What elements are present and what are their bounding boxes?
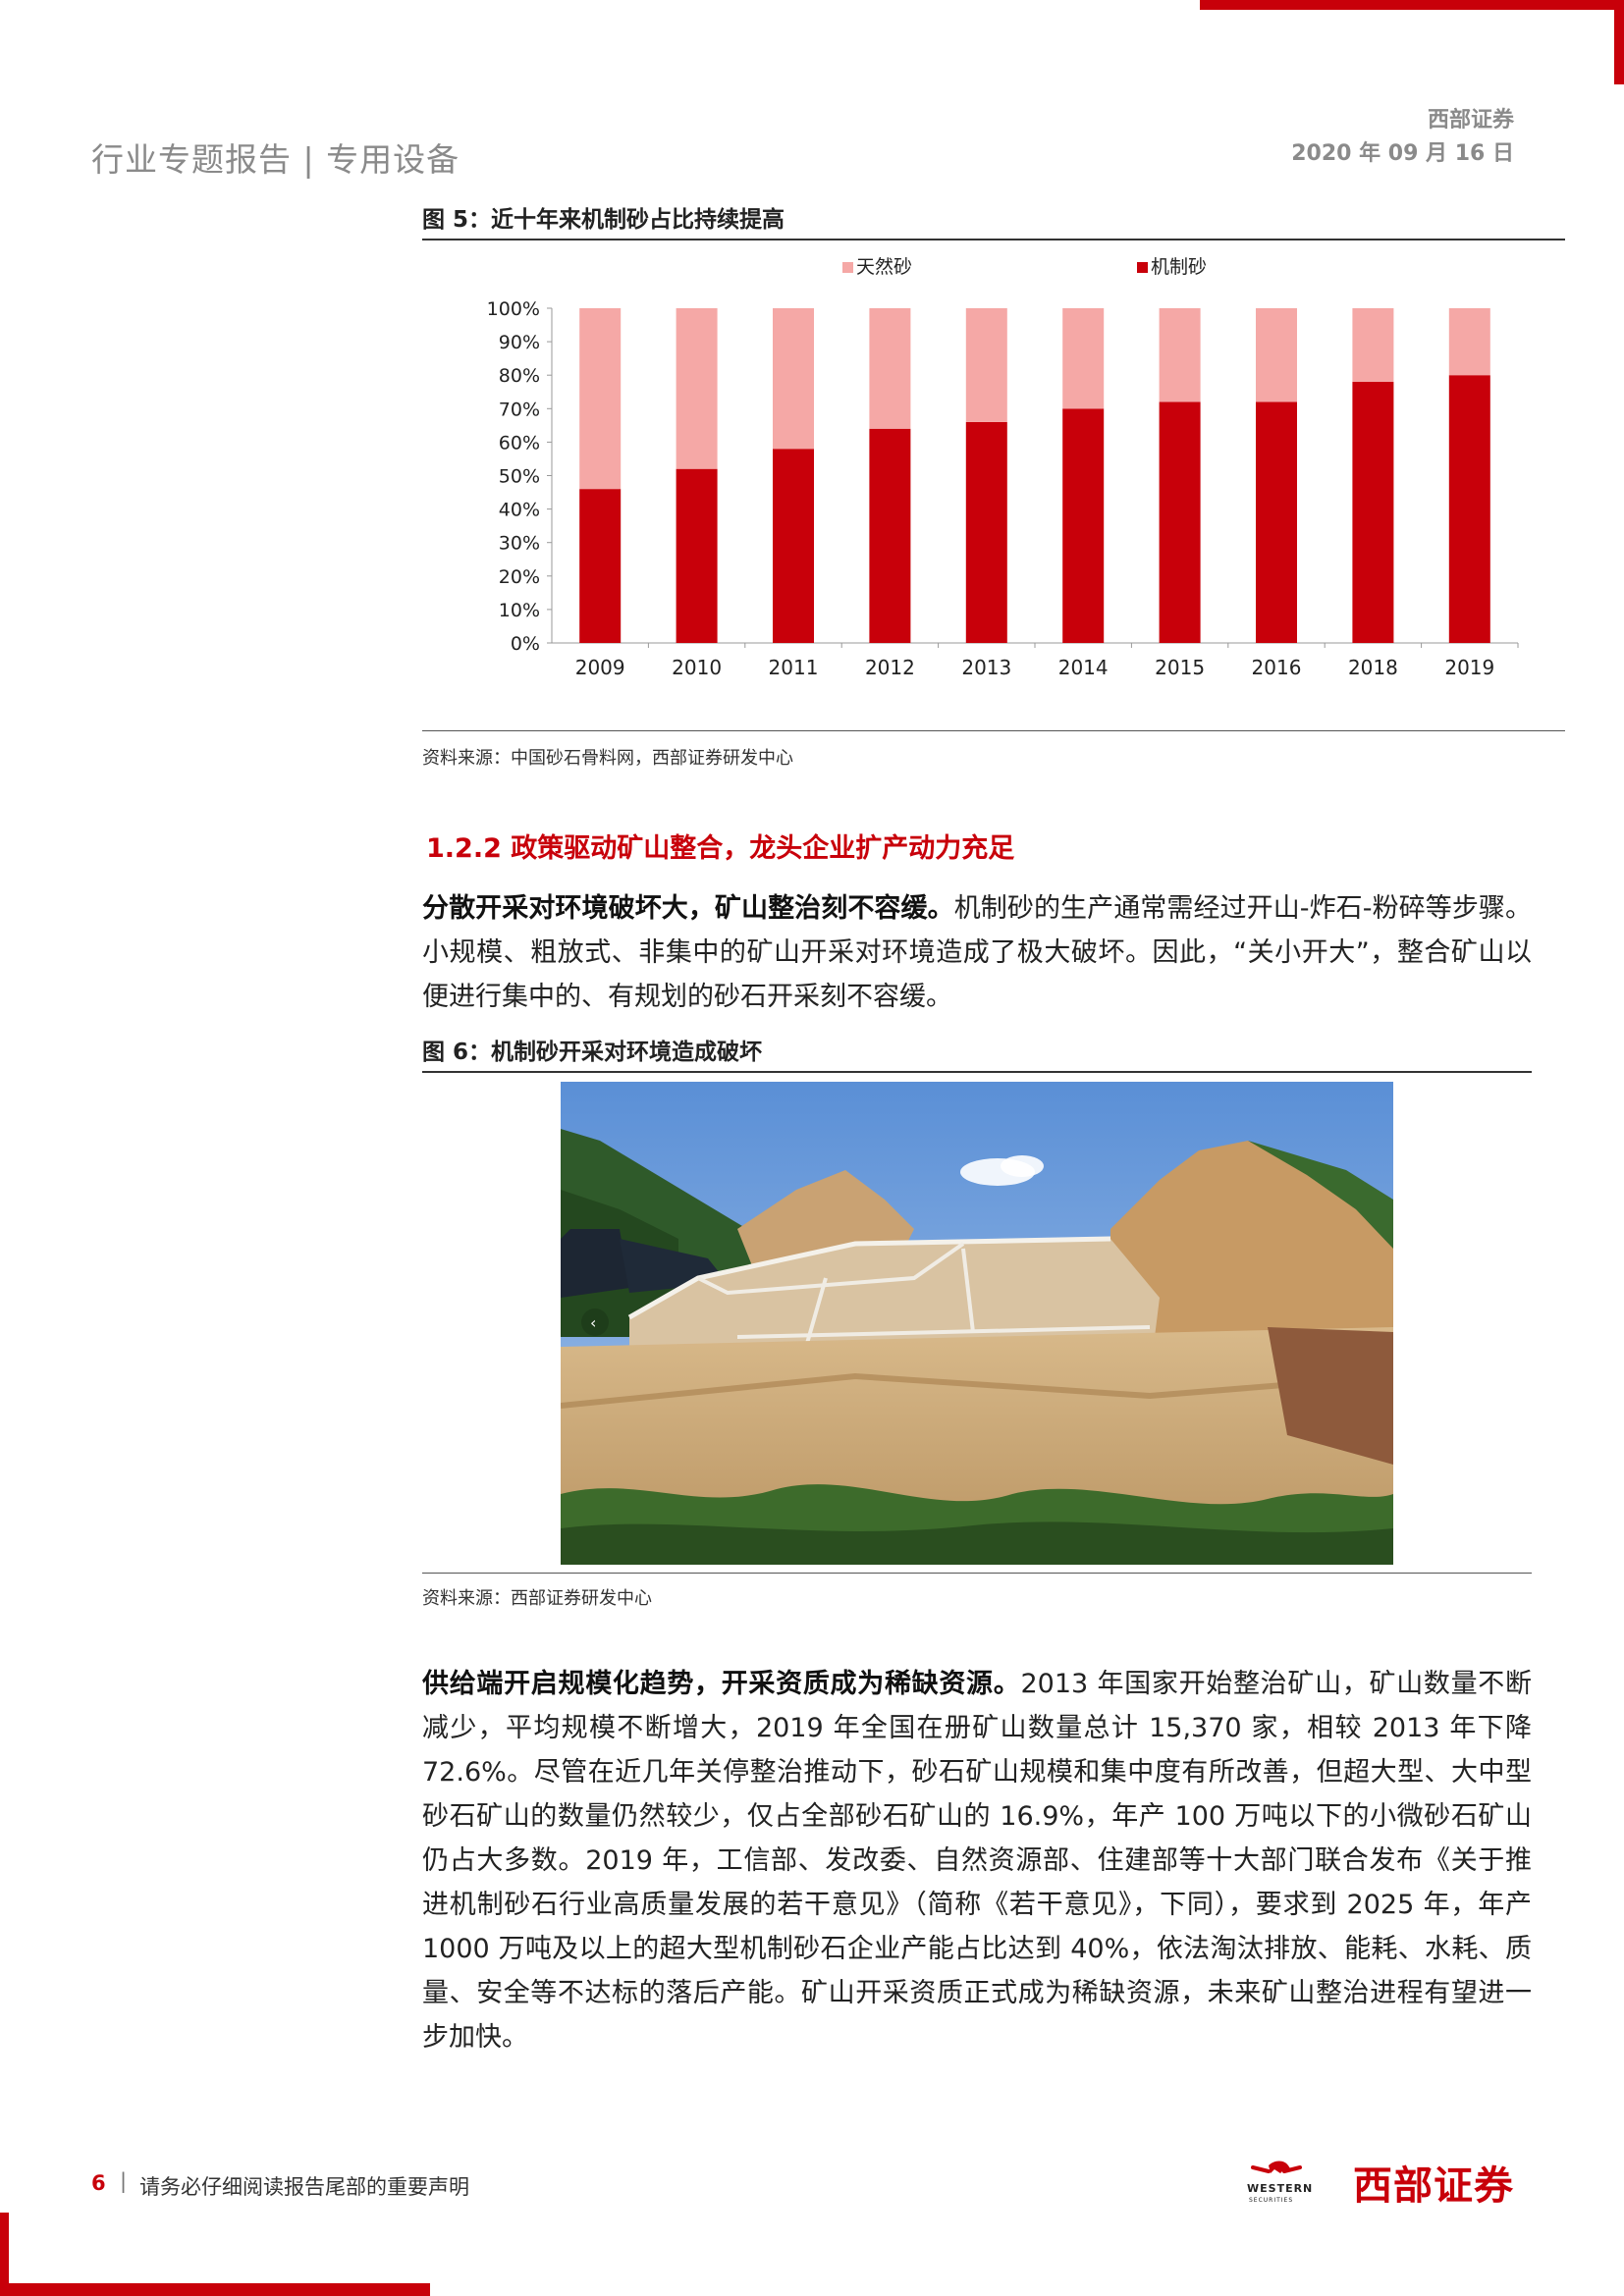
- logo-english: WESTERN: [1247, 2182, 1314, 2195]
- figure5-source: 资料来源：中国砂石骨料网，西部证券研发中心: [422, 748, 793, 769]
- footer-notice: 请务必仔细阅读报告尾部的重要声明: [139, 2175, 469, 2199]
- bar-mech-sand: [965, 421, 1007, 643]
- figure6-title: 图 6：机制砂开采对环境造成破坏: [422, 1040, 763, 1065]
- bar-mech-sand: [1256, 401, 1297, 643]
- bar-natural-sand: [1448, 308, 1490, 376]
- figure6-top-rule: [422, 1071, 1532, 1073]
- bar-mech-sand: [1448, 375, 1490, 643]
- x-tick-label: 2012: [865, 656, 915, 679]
- x-tick-label: 2019: [1444, 656, 1494, 679]
- report-header-title: 行业专题报告 | 专用设备: [91, 140, 460, 179]
- y-tick-label: 0%: [511, 633, 540, 655]
- bar-natural-sand: [1159, 308, 1201, 402]
- figure5-bar-chart: 0% 10% 20% 30% 40% 50% 60% 70% 80% 90% 100% 2009 201…: [487, 256, 1519, 679]
- x-tick-label: 2018: [1348, 656, 1398, 679]
- figure5-title: 图 5：近十年来机制砂占比持续提高: [422, 207, 785, 233]
- x-tick-label: 2016: [1252, 656, 1302, 679]
- corner-accent-right: [1614, 0, 1624, 84]
- figure6-bottom-rule: [422, 1573, 1532, 1574]
- figure5-bottom-rule: [422, 730, 1565, 731]
- legend-label-mech-sand: 机制砂: [1151, 256, 1207, 278]
- legend-swatch-mech-sand: [1137, 262, 1148, 273]
- paragraph-2-body: 2013 年国家开始整治矿山，矿山数量不断减少，平均规模不断增大，2019 年全…: [422, 1669, 1533, 2053]
- bar-mech-sand: [773, 449, 814, 643]
- x-tick-label: 2010: [672, 656, 722, 679]
- logo-securities: SECURITIES: [1249, 2197, 1294, 2204]
- x-tick-label: 2011: [769, 656, 819, 679]
- bar-natural-sand: [1062, 308, 1105, 409]
- legend-swatch-natural-sand: [842, 262, 853, 273]
- x-tick-label: 2015: [1155, 656, 1205, 679]
- bar-mech-sand: [1159, 401, 1201, 643]
- section-heading: 1.2.2 政策驱动矿山整合，龙头企业扩产动力充足: [426, 833, 1015, 864]
- y-tick-label: 20%: [499, 566, 540, 588]
- page-number: 6: [91, 2171, 106, 2195]
- header-company: 西部证券: [1427, 108, 1514, 133]
- paragraph-1-lead: 分散开采对环境破坏大，矿山整治刻不容缓。: [422, 893, 954, 924]
- bar-natural-sand: [869, 308, 911, 429]
- legend-label-natural-sand: 天然砂: [856, 256, 912, 278]
- footer-separator: |: [120, 2169, 128, 2193]
- bar-mech-sand: [676, 468, 718, 643]
- figure5-top-rule: [422, 239, 1565, 240]
- bar-natural-sand: [579, 308, 622, 490]
- bar-natural-sand: [1352, 308, 1394, 383]
- y-tick-label: 60%: [499, 432, 540, 454]
- y-tick-label: 100%: [487, 298, 540, 320]
- corner-accent-top: [1200, 0, 1624, 10]
- bar-natural-sand: [1256, 308, 1297, 402]
- y-tick-label: 50%: [499, 466, 540, 488]
- y-tick-label: 80%: [499, 365, 540, 387]
- header-date: 2020 年 09 月 16 日: [1291, 141, 1514, 166]
- logo-chinese: 西部证券: [1353, 2163, 1514, 2209]
- bar-natural-sand: [965, 308, 1007, 422]
- paragraph-2-lead: 供给端开启规模化趋势，开采资质成为稀缺资源。: [422, 1669, 1021, 1699]
- y-tick-label: 90%: [499, 332, 540, 353]
- paragraph-1: 分散开采对环境破坏大，矿山整治刻不容缓。机制砂的生产通常需经过开山-炸石-粉碎等…: [422, 886, 1532, 1019]
- bar-natural-sand: [773, 308, 814, 450]
- x-tick-label: 2013: [961, 656, 1011, 679]
- x-tick-label: 2009: [575, 656, 625, 679]
- quarry-photo: ‹: [561, 1082, 1393, 1565]
- bar-mech-sand: [1062, 408, 1105, 643]
- x-tick-label: 2014: [1058, 656, 1109, 679]
- svg-text:‹: ‹: [590, 1313, 596, 1332]
- bar-natural-sand: [676, 308, 718, 469]
- corner-accent-left: [0, 2213, 9, 2296]
- bar-mech-sand: [579, 489, 622, 643]
- corner-accent-bottom: [0, 2283, 430, 2296]
- y-tick-label: 30%: [499, 533, 540, 555]
- paragraph-2: 供给端开启规模化趋势，开采资质成为稀缺资源。2013 年国家开始整治矿山，矿山数…: [422, 1662, 1532, 2059]
- y-tick-label: 40%: [499, 500, 540, 521]
- figure6-source: 资料来源：西部证券研发中心: [422, 1588, 652, 1609]
- bar-mech-sand: [869, 428, 911, 643]
- y-tick-label: 70%: [499, 399, 540, 420]
- y-tick-label: 10%: [499, 600, 540, 621]
- bar-mech-sand: [1352, 382, 1394, 643]
